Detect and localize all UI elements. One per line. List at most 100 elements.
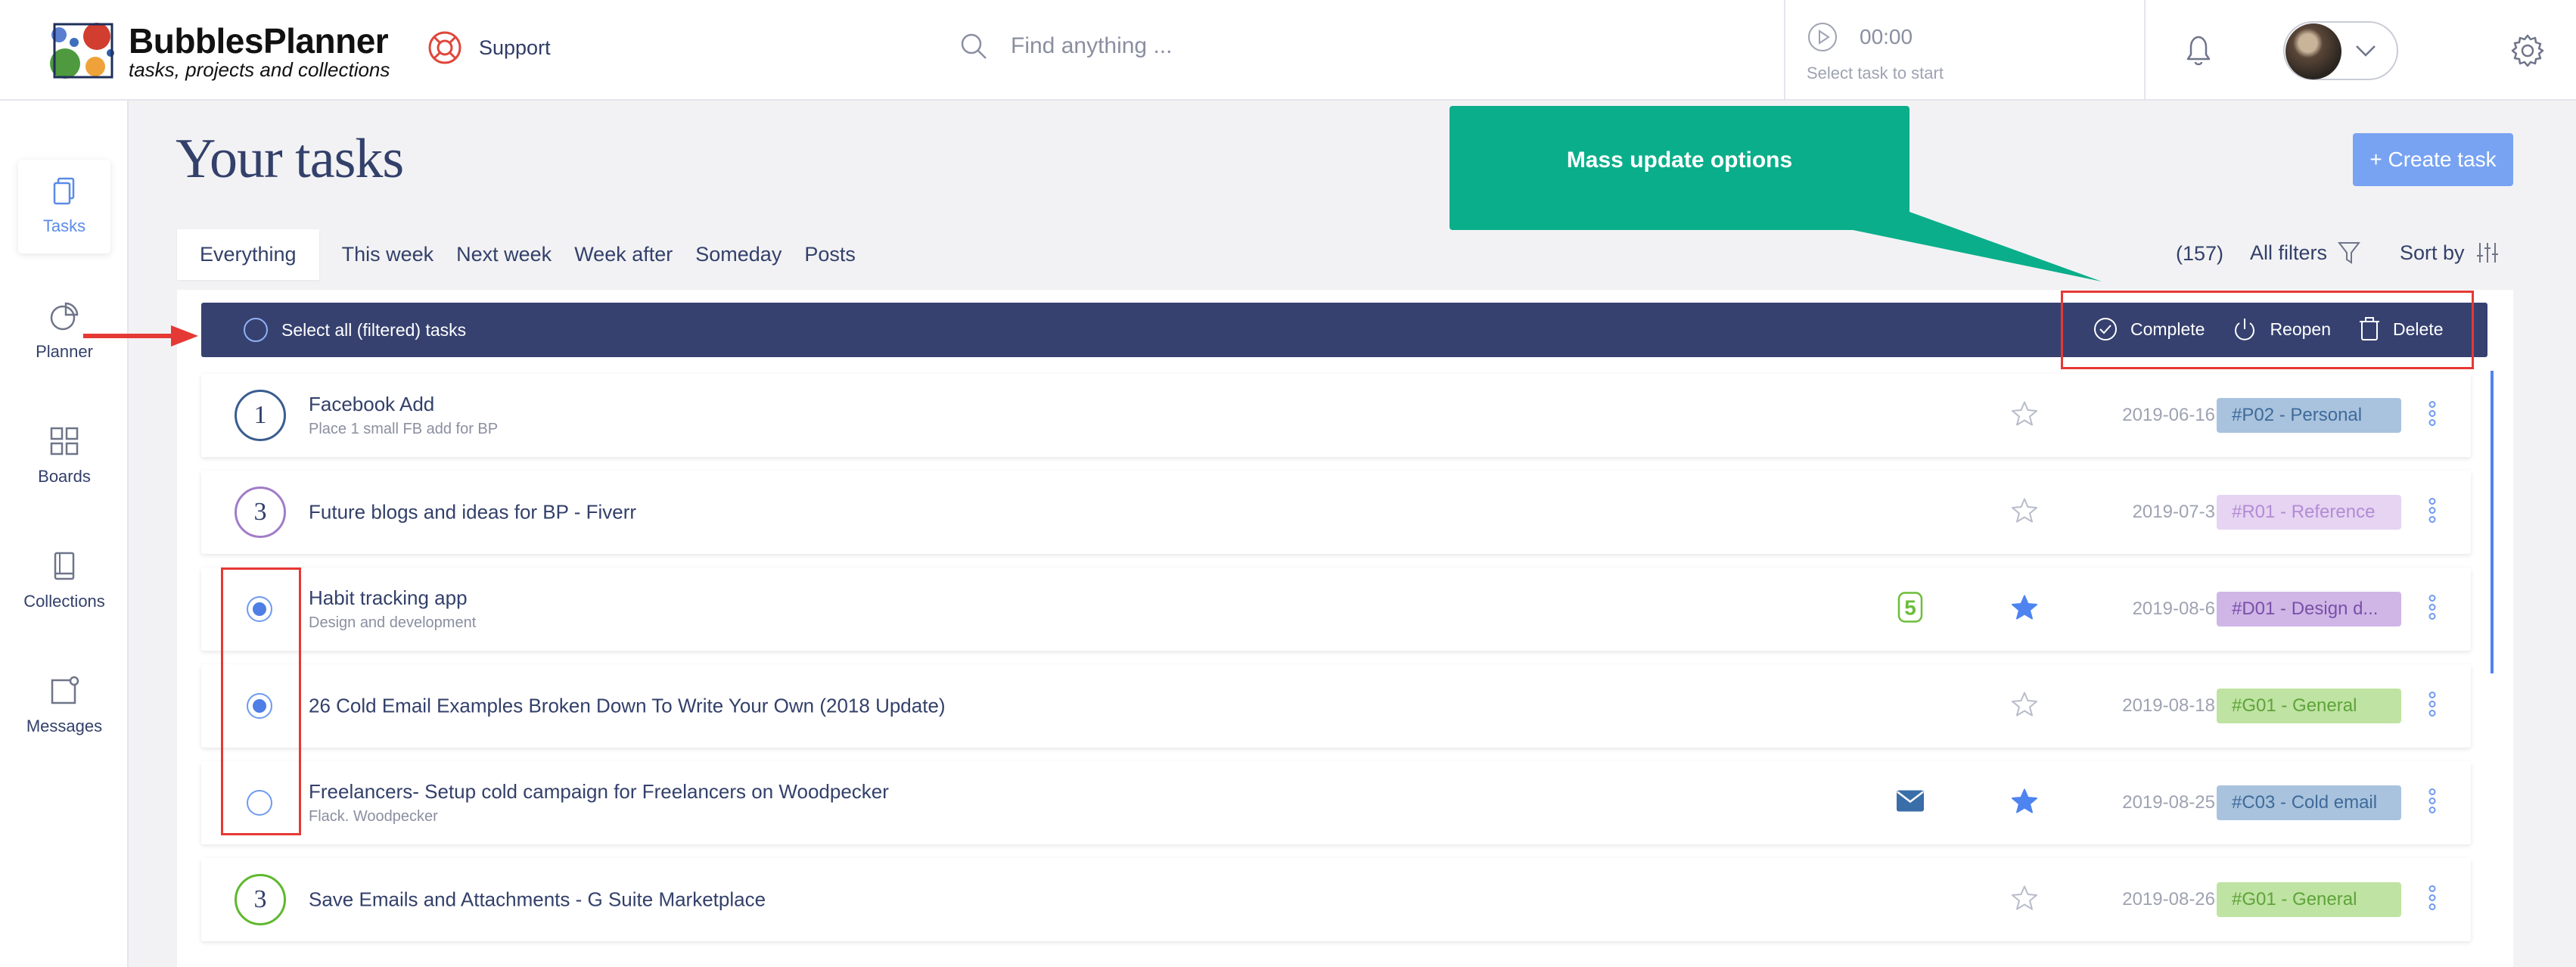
priority-badge[interactable]: 1 <box>235 390 286 441</box>
bell-icon[interactable] <box>2179 30 2218 70</box>
gear-icon[interactable] <box>2510 33 2545 68</box>
priority-badge[interactable]: 3 <box>235 874 286 925</box>
more-options-icon[interactable] <box>2427 788 2438 818</box>
task-subtitle: Flack. Woodpecker <box>309 808 438 825</box>
timer-hint: Select task to start <box>1807 64 1944 82</box>
timer-value: 00:00 <box>1860 25 1913 48</box>
task-lead[interactable]: 3 <box>235 874 286 925</box>
task-date: 2019-06-16 <box>2122 405 2215 425</box>
task-text[interactable]: Save Emails and Attachments - G Suite Ma… <box>309 888 766 912</box>
task-tag[interactable]: #D01 - Design d... <box>2217 592 2401 627</box>
select-all-toggle[interactable]: Select all (filtered) tasks <box>244 318 466 342</box>
task-text[interactable]: 26 Cold Email Examples Broken Down To Wr… <box>309 695 946 718</box>
brand-name: BubblesPlanner <box>129 21 389 61</box>
tab-someday[interactable]: Someday <box>695 243 782 266</box>
sidebar-item-boards[interactable]: Boards <box>18 409 110 503</box>
header-divider <box>1784 0 1785 101</box>
sidebar-item-messages[interactable]: Messages <box>18 659 110 753</box>
timer[interactable]: 00:00 Select task to start <box>1807 21 1944 83</box>
task-count: (157) <box>2176 242 2224 265</box>
task-tag[interactable]: #G01 - General <box>2217 882 2401 917</box>
star-icon[interactable] <box>2011 401 2038 431</box>
pomodoro-count-icon: 5 <box>1896 592 1925 627</box>
logo <box>50 23 114 79</box>
task-row[interactable]: 26 Cold Email Examples Broken Down To Wr… <box>201 664 2471 748</box>
task-date: 2019-08-26 <box>2122 889 2215 909</box>
task-tag[interactable]: #C03 - Cold email <box>2217 785 2401 820</box>
task-date: 2019-07-3 <box>2132 502 2215 522</box>
mass-update-callout: Mass update options <box>1450 106 1909 230</box>
sidebar-item-label: Boards <box>38 467 91 486</box>
star-icon[interactable] <box>2011 595 2038 624</box>
task-tag[interactable]: #R01 - Reference <box>2217 495 2401 530</box>
task-row[interactable]: Freelancers- Setup cold campaign for Fre… <box>201 761 2471 844</box>
envelope-icon[interactable] <box>1896 790 1925 816</box>
search-icon <box>961 33 987 59</box>
sort-by-button[interactable]: Sort by <box>2400 241 2500 265</box>
task-title[interactable]: Habit tracking app <box>309 586 476 610</box>
task-text[interactable]: Habit tracking app Design and development <box>309 586 476 632</box>
tab-everything[interactable]: Everything <box>177 229 319 280</box>
star-icon[interactable] <box>2011 788 2038 818</box>
task-tag[interactable]: #P02 - Personal <box>2217 398 2401 433</box>
select-all-radio[interactable] <box>244 318 268 342</box>
header-divider <box>2144 0 2146 101</box>
task-title[interactable]: 26 Cold Email Examples Broken Down To Wr… <box>309 695 946 718</box>
task-row[interactable]: 3 Future blogs and ideas for BP - Fiverr 2… <box>201 471 2471 554</box>
arrow-annotation <box>83 325 198 347</box>
star-icon[interactable] <box>2011 692 2038 721</box>
highlight-box-checkboxes <box>221 567 301 835</box>
more-options-icon[interactable] <box>2427 595 2438 624</box>
more-options-icon[interactable] <box>2427 401 2438 431</box>
task-date: 2019-08-18 <box>2122 695 2215 716</box>
grid-icon <box>50 427 79 456</box>
priority-badge[interactable]: 3 <box>235 487 286 538</box>
task-lead[interactable]: 3 <box>235 487 286 538</box>
scroll-indicator[interactable] <box>2491 371 2494 673</box>
task-row[interactable]: Habit tracking app Design and development… <box>201 567 2471 651</box>
tabs: Everything This week Next week Week afte… <box>177 229 878 280</box>
brand-tagline: tasks, projects and collections <box>129 58 390 81</box>
book-icon <box>54 552 75 580</box>
task-text[interactable]: Future blogs and ideas for BP - Fiverr <box>309 501 636 524</box>
search-input[interactable] <box>1011 33 1404 59</box>
task-text[interactable]: Freelancers- Setup cold campaign for Fre… <box>309 780 889 826</box>
more-options-icon[interactable] <box>2427 498 2438 527</box>
support-link[interactable]: Support <box>427 30 551 65</box>
task-subtitle: Design and development <box>309 614 477 631</box>
tab-week-after[interactable]: Week after <box>574 243 673 266</box>
user-menu[interactable] <box>2283 21 2398 80</box>
star-icon[interactable] <box>2011 498 2038 527</box>
task-text[interactable]: Facebook Add Place 1 small FB add for BP <box>309 393 498 438</box>
all-filters-button[interactable]: All filters <box>2250 241 2361 265</box>
highlight-box-actions <box>2061 291 2474 369</box>
task-date: 2019-08-6 <box>2132 599 2215 619</box>
task-title[interactable]: Future blogs and ideas for BP - Fiverr <box>309 501 636 524</box>
play-icon[interactable] <box>1807 21 1838 53</box>
sidebar-item-label: Collections <box>23 592 105 611</box>
more-options-icon[interactable] <box>2427 885 2438 915</box>
chevron-down-icon <box>2356 45 2376 57</box>
tab-posts[interactable]: Posts <box>804 243 856 266</box>
sort-label: Sort by <box>2400 241 2465 264</box>
select-all-label: Select all (filtered) tasks <box>281 319 467 340</box>
lifebuoy-icon <box>428 31 461 64</box>
task-row[interactable]: 3 Save Emails and Attachments - G Suite M… <box>201 858 2471 941</box>
tab-next-week[interactable]: Next week <box>456 243 552 266</box>
task-lead[interactable]: 1 <box>235 390 286 441</box>
create-task-button[interactable]: + Create task <box>2353 133 2513 186</box>
task-tag[interactable]: #G01 - General <box>2217 689 2401 723</box>
sidebar: Tasks Planner Boards Collections Message… <box>0 101 129 967</box>
sidebar-item-tasks[interactable]: Tasks <box>18 160 110 253</box>
more-options-icon[interactable] <box>2427 692 2438 721</box>
star-icon[interactable] <box>2011 885 2038 915</box>
task-row[interactable]: 1 Facebook Add Place 1 small FB add for BP… <box>201 374 2471 457</box>
sidebar-item-collections[interactable]: Collections <box>18 534 110 628</box>
tab-this-week[interactable]: This week <box>342 243 434 266</box>
task-title[interactable]: Save Emails and Attachments - G Suite Ma… <box>309 888 766 912</box>
task-title[interactable]: Facebook Add <box>309 393 498 416</box>
brand[interactable]: BubblesPlanner tasks, projects and colle… <box>129 23 390 80</box>
task-title[interactable]: Freelancers- Setup cold campaign for Fre… <box>309 780 889 804</box>
sliders-icon <box>2476 243 2498 263</box>
search-bar <box>959 32 1404 61</box>
